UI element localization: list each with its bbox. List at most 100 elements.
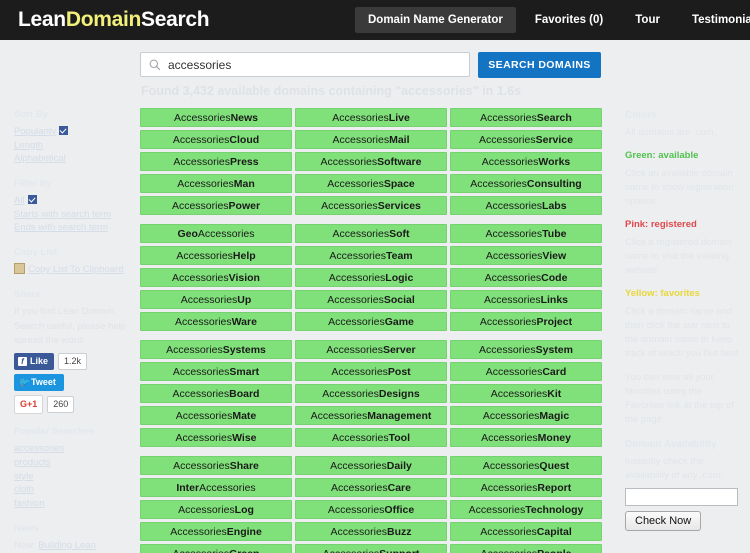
domain-tile[interactable]: Accessories Designs — [295, 384, 447, 403]
news-link[interactable]: Building Lean — [38, 540, 96, 551]
nav-item-testimonials[interactable]: Testimonials — [679, 7, 750, 33]
domain-tile[interactable]: Accessories Social — [295, 290, 447, 309]
domain-suffix: Management — [367, 409, 432, 422]
domain-tile[interactable]: Accessories Team — [295, 246, 447, 265]
filter-option-starts-with[interactable]: Starts with search term — [14, 208, 134, 222]
sort-option-popularity[interactable]: Popularity — [14, 125, 134, 139]
nav-item-domain-name-generator[interactable]: Domain Name Generator — [355, 7, 516, 33]
domain-tile[interactable]: Accessories Press — [140, 152, 292, 171]
filter-option-all[interactable]: All — [14, 194, 134, 208]
domain-tile[interactable]: Accessories View — [450, 246, 602, 265]
domain-tile[interactable]: Inter Accessories — [140, 478, 292, 497]
domain-tile[interactable]: Geo Accessories — [140, 224, 292, 243]
domain-tile[interactable]: Accessories Search — [450, 108, 602, 127]
nav-item-favorites[interactable]: Favorites (0) — [522, 7, 616, 33]
filter-option-ends-with[interactable]: Ends with search term — [14, 221, 134, 235]
domain-tile[interactable]: Accessories Care — [295, 478, 447, 497]
site-logo[interactable]: LeanDomainSearch — [18, 8, 210, 32]
domain-tile[interactable]: Accessories Report — [450, 478, 602, 497]
popular-search-link[interactable]: accessories — [14, 442, 134, 456]
domain-tile[interactable]: Accessories Magic — [450, 406, 602, 425]
domain-tile[interactable]: Accessories Man — [140, 174, 292, 193]
domain-tile[interactable]: Accessories Management — [295, 406, 447, 425]
popular-search-link[interactable]: fashion — [14, 497, 134, 511]
domain-tile[interactable]: Accessories Game — [295, 312, 447, 331]
domain-tile[interactable]: Accessories Soft — [295, 224, 447, 243]
domain-prefix: Accessories — [175, 409, 233, 422]
availability-input[interactable] — [625, 488, 738, 506]
logo-part-domain: Domain — [65, 8, 142, 31]
domain-tile[interactable]: Accessories Tube — [450, 224, 602, 243]
domain-tile[interactable]: Accessories Tool — [295, 428, 447, 447]
domain-prefix: Accessories — [176, 249, 233, 262]
domain-tile[interactable]: Accessories Kit — [450, 384, 602, 403]
google-plus-one-button[interactable]: G+1 — [14, 395, 44, 415]
domain-prefix: Accessories — [327, 503, 385, 516]
popular-search-link[interactable]: products — [14, 456, 134, 470]
domain-tile[interactable]: AccessoriesPeople — [450, 544, 602, 553]
domain-suffix: Technology — [525, 503, 584, 516]
domain-tile[interactable]: Accessories Power — [140, 196, 292, 215]
search-domains-button[interactable]: SEARCH DOMAINS — [478, 52, 601, 78]
domain-prefix: Accessories — [178, 503, 235, 516]
popular-search-link[interactable]: cloth — [14, 483, 134, 497]
domain-tile[interactable]: Accessories Links — [450, 290, 602, 309]
domain-tile[interactable]: Accessories Logic — [295, 268, 447, 287]
check-now-button[interactable]: Check Now — [625, 511, 702, 531]
copy-list-to-clipboard-link[interactable]: Copy List To Clipboard — [14, 262, 134, 277]
domain-tile[interactable]: Accessories Consulting — [450, 174, 602, 193]
domain-prefix: Accessories — [468, 503, 526, 516]
domain-tile[interactable]: Accessories Quest — [450, 456, 602, 475]
domain-prefix: Accessories — [327, 293, 384, 306]
domain-tile[interactable]: Accessories Up — [140, 290, 292, 309]
sort-option-alphabetical[interactable]: Alphabetical — [14, 152, 134, 166]
domain-tile[interactable]: Accessories System — [450, 340, 602, 359]
domain-tile[interactable]: Accessories Office — [295, 500, 447, 519]
page-root: LeanDomainSearch Domain Name Generator F… — [0, 0, 750, 553]
domain-tile[interactable]: Accessories News — [140, 108, 292, 127]
domain-tile[interactable]: Accessories Engine — [140, 522, 292, 541]
domain-tile[interactable]: Accessories Server — [295, 340, 447, 359]
domain-tile[interactable]: Accessories Smart — [140, 362, 292, 381]
domain-tile[interactable]: Accessories Code — [450, 268, 602, 287]
nav-item-tour[interactable]: Tour — [622, 7, 673, 33]
domain-tile[interactable]: Accessories Share — [140, 456, 292, 475]
domain-tile[interactable]: Accessories Mail — [295, 130, 447, 149]
domain-tile[interactable]: Accessories Wise — [140, 428, 292, 447]
domain-tile[interactable]: Accessories Board — [140, 384, 292, 403]
domain-tile[interactable]: Accessories Vision — [140, 268, 292, 287]
domain-tile[interactable]: Accessories Capital — [450, 522, 602, 541]
google-plus-one-count: 260 — [47, 396, 75, 414]
domain-tile[interactable]: Accessories Space — [295, 174, 447, 193]
domain-tile[interactable]: Accessories Log — [140, 500, 292, 519]
domain-tile[interactable]: Accessories Post — [295, 362, 447, 381]
domain-prefix: Accessories — [323, 548, 380, 553]
domain-tile[interactable]: Accessories Labs — [450, 196, 602, 215]
domain-tile[interactable]: Accessories Ware — [140, 312, 292, 331]
domain-tile[interactable]: Accessories Mate — [140, 406, 292, 425]
domain-tile[interactable]: Accessories Services — [295, 196, 447, 215]
domain-tile[interactable]: Accessories Help — [140, 246, 292, 265]
facebook-like-button[interactable]: f Like — [14, 353, 55, 371]
sort-option-length[interactable]: Length — [14, 139, 134, 153]
domain-tile[interactable]: Accessories Daily — [295, 456, 447, 475]
search-field-wrapper[interactable] — [140, 52, 470, 77]
domain-prefix: Accessories — [480, 548, 537, 553]
domain-tile[interactable]: Accessories Project — [450, 312, 602, 331]
copy-list-label: Copy List To Clipboard — [28, 263, 124, 275]
domain-tile[interactable]: AccessoriesSupport — [295, 544, 447, 553]
domain-tile[interactable]: Accessories Cloud — [140, 130, 292, 149]
domain-tile[interactable]: Accessories Live — [295, 108, 447, 127]
domain-tile[interactable]: Accessories Systems — [140, 340, 292, 359]
domain-tile[interactable]: Accessories Works — [450, 152, 602, 171]
popular-search-link[interactable]: style — [14, 470, 134, 484]
domain-tile[interactable]: Accessories Service — [450, 130, 602, 149]
domain-tile[interactable]: Accessories Buzz — [295, 522, 447, 541]
twitter-tweet-button[interactable]: 🐦 Tweet — [14, 374, 64, 392]
domain-tile[interactable]: Accessories Money — [450, 428, 602, 447]
domain-tile[interactable]: Accessories Software — [295, 152, 447, 171]
search-input[interactable] — [166, 57, 469, 72]
domain-tile[interactable]: AccessoriesGreen — [140, 544, 292, 553]
domain-tile[interactable]: Accessories Technology — [450, 500, 602, 519]
domain-tile[interactable]: Accessories Card — [450, 362, 602, 381]
